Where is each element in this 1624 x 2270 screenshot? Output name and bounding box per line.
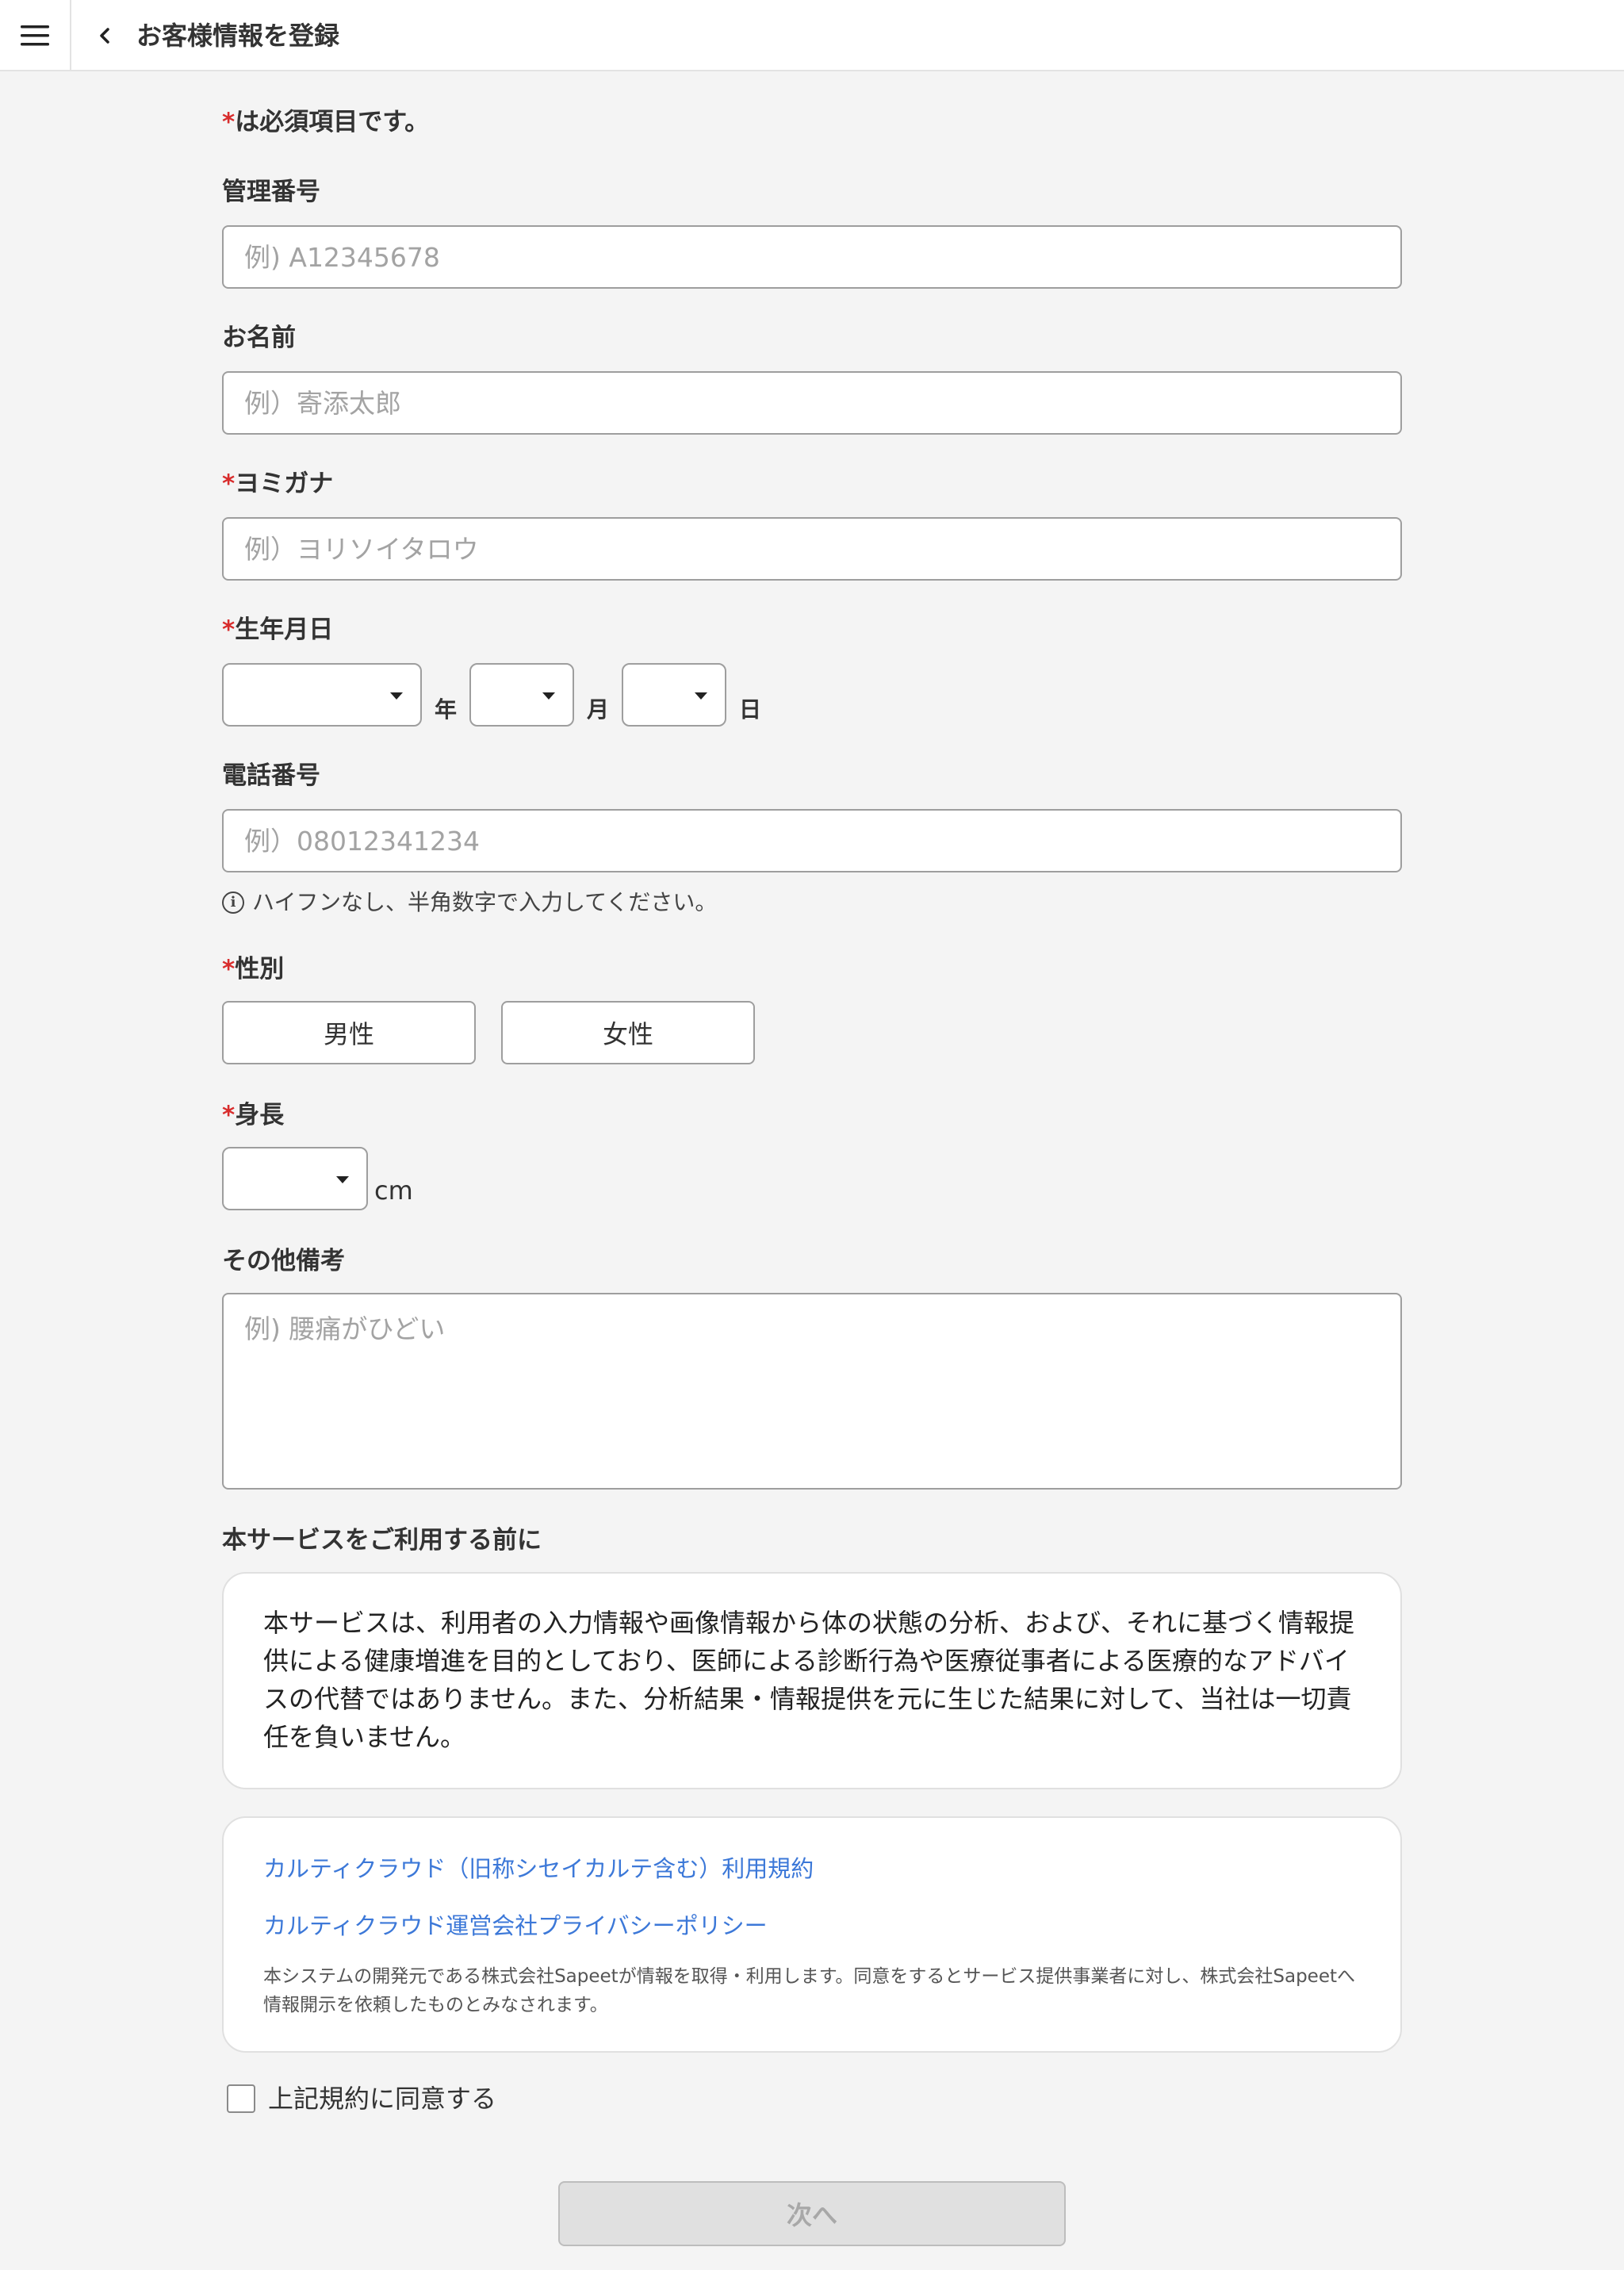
phone-hint: i ハイフンなし、半角数字で入力してください。: [222, 887, 717, 918]
management-number-label: 管理番号: [222, 178, 320, 206]
name-label: お名前: [222, 324, 296, 352]
caret-down-icon: [336, 1176, 349, 1183]
height-label-text: 身長: [235, 1101, 285, 1129]
gender-female-button[interactable]: 女性: [501, 1001, 755, 1064]
phone-input[interactable]: [222, 809, 1402, 872]
required-note: *は必須項目です。: [222, 106, 429, 138]
caret-down-icon: [542, 692, 555, 700]
gender-male-button[interactable]: 男性: [222, 1001, 476, 1064]
phone-label: 電話番号: [222, 761, 320, 790]
notice-text: 本サービスは、利用者の入力情報や画像情報から体の状態の分析、および、それに基づく…: [263, 1608, 1355, 1752]
gender-label: *性別: [222, 953, 284, 985]
caret-down-icon: [695, 692, 707, 700]
terms-of-service-link[interactable]: カルティクラウド（旧称シセイカルテ含む）利用規約: [263, 1853, 814, 1885]
birthdate-label-text: 生年月日: [235, 615, 334, 644]
agree-row[interactable]: 上記規約に同意する: [227, 2083, 496, 2115]
name-input[interactable]: [222, 371, 1402, 435]
terms-card: カルティクラウド（旧称シセイカルテ含む）利用規約 カルティクラウド運営会社プライ…: [222, 1816, 1402, 2053]
app-header: お客様情報を登録: [0, 0, 1624, 71]
notes-textarea[interactable]: [222, 1293, 1402, 1490]
kana-input[interactable]: [222, 517, 1402, 581]
management-number-input[interactable]: [222, 225, 1402, 289]
required-mark: *: [222, 615, 236, 644]
caret-down-icon: [390, 692, 403, 700]
day-unit: 日: [739, 696, 762, 723]
required-mark: *: [222, 1101, 236, 1129]
required-mark: *: [222, 108, 236, 136]
month-unit: 月: [587, 696, 610, 723]
birth-year-select[interactable]: [222, 663, 422, 727]
agree-checkbox[interactable]: [227, 2084, 255, 2113]
agree-label[interactable]: 上記規約に同意する: [268, 2083, 496, 2115]
notes-label: その他備考: [222, 1247, 345, 1275]
gender-label-text: 性別: [235, 955, 285, 984]
birthdate-label: *生年月日: [222, 614, 333, 646]
year-unit: 年: [435, 696, 458, 723]
birth-month-select[interactable]: [469, 663, 574, 727]
terms-disclaimer: 本システムの開発元である株式会社Sapeetが情報を取得・利用します。同意をする…: [263, 1966, 1356, 2015]
birth-day-select[interactable]: [622, 663, 726, 727]
hamburger-menu-button[interactable]: [0, 0, 71, 71]
notice-heading: 本サービスをご利用する前に: [222, 1526, 542, 1555]
phone-hint-text: ハイフンなし、半角数字で入力してください。: [252, 889, 718, 915]
back-button[interactable]: [89, 17, 121, 54]
info-circle-icon: i: [222, 892, 244, 914]
height-unit: cm: [374, 1175, 413, 1206]
required-note-text: は必須項目です。: [235, 108, 430, 136]
notice-card: 本サービスは、利用者の入力情報や画像情報から体の状態の分析、および、それに基づく…: [222, 1572, 1402, 1789]
page-title: お客様情報を登録: [136, 21, 340, 51]
kana-label: *ヨミガナ: [222, 468, 333, 500]
chevron-left-icon: [100, 28, 109, 44]
next-button[interactable]: 次へ: [558, 2181, 1066, 2246]
height-select[interactable]: [222, 1147, 368, 1210]
kana-label-text: ヨミガナ: [235, 470, 334, 498]
required-mark: *: [222, 470, 236, 498]
hamburger-menu-icon: [21, 25, 49, 46]
privacy-policy-link[interactable]: カルティクラウド運営会社プライバシーポリシー: [263, 1910, 768, 1942]
required-mark: *: [222, 955, 236, 984]
height-label: *身長: [222, 1099, 284, 1131]
